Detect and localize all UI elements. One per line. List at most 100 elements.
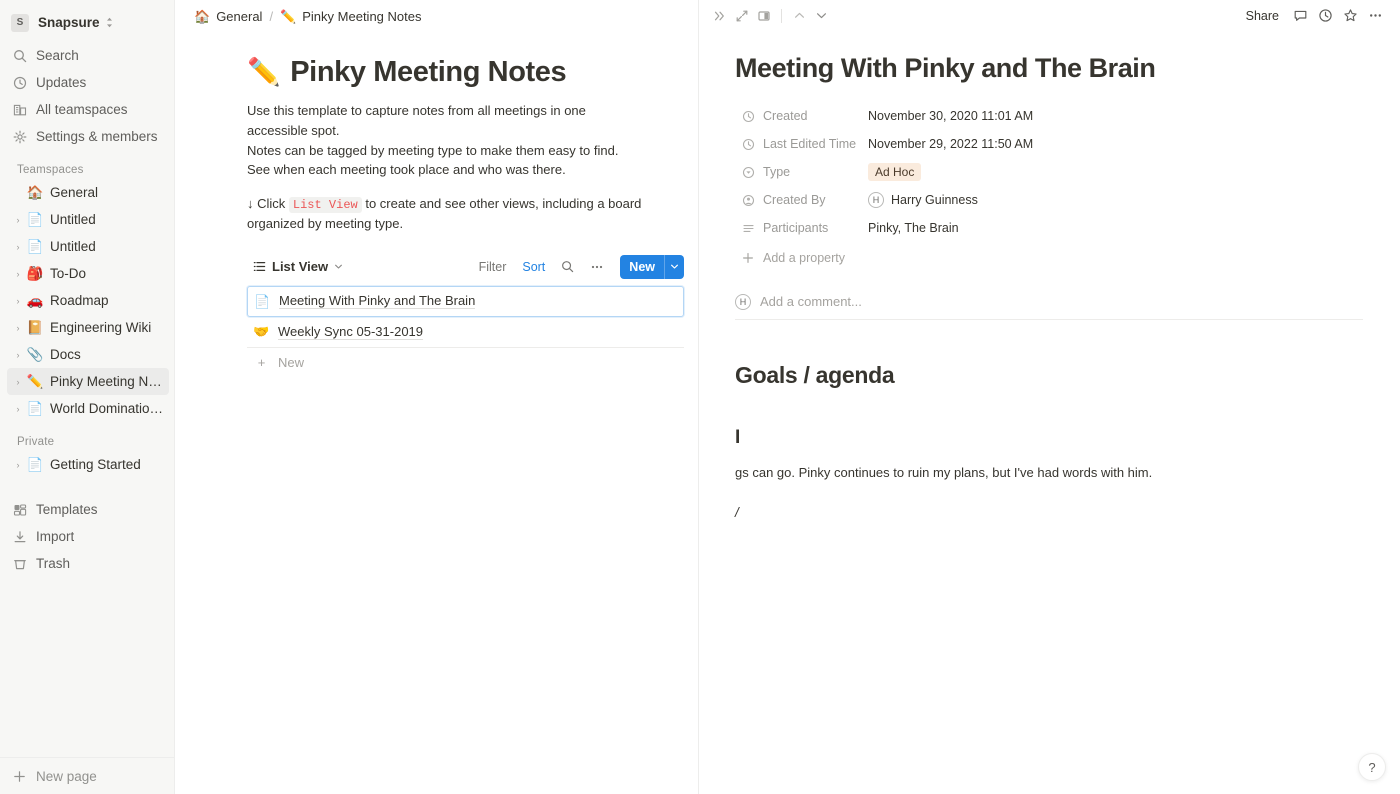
sort-button[interactable]: Sort xyxy=(516,256,551,278)
sidebar-item-untitled-2[interactable]: › 📄 Untitled xyxy=(7,233,169,260)
collapse-peek-icon[interactable] xyxy=(709,5,731,27)
property-value[interactable]: H Harry Guinness xyxy=(862,189,984,211)
body-paragraph[interactable]: gs can go. Pinky continues to ruin my pl… xyxy=(735,463,1400,483)
sidebar-item-engineering-wiki[interactable]: › 📔 Engineering Wiki xyxy=(7,314,169,341)
sidebar-item-label: Getting Started xyxy=(50,457,141,472)
sidebar-item-updates[interactable]: Updates xyxy=(7,69,169,96)
chevron-right-icon[interactable]: › xyxy=(11,269,25,279)
sidebar-item-to-do[interactable]: › 🎒 To-Do xyxy=(7,260,169,287)
table-row[interactable]: 🤝 Weekly Sync 05-31-2019 xyxy=(247,317,684,348)
property-row-last-edited-time: Last Edited Time November 29, 2022 11:50… xyxy=(735,130,1295,158)
next-page-chevron-down-icon[interactable] xyxy=(810,5,832,27)
hint-prefix: ↓ Click xyxy=(247,196,286,211)
pencil-emoji-icon: ✏️ xyxy=(26,373,44,389)
view-tab-list-view[interactable]: List View xyxy=(247,256,349,277)
sidebar-item-label: Engineering Wiki xyxy=(50,320,152,335)
add-new-row-label: New xyxy=(278,355,305,371)
workspace-switcher[interactable]: S Snapsure xyxy=(7,7,169,38)
share-button[interactable]: Share xyxy=(1239,5,1286,27)
filter-button[interactable]: Filter xyxy=(473,256,513,278)
page-emoji-icon: 📄 xyxy=(26,238,44,254)
slash-command-input[interactable]: / xyxy=(735,505,1400,520)
property-row-created-by: Created By H Harry Guinness xyxy=(735,186,1295,214)
chevron-right-icon[interactable]: › xyxy=(11,296,25,306)
sidebar-item-roadmap[interactable]: › 🚗 Roadmap xyxy=(7,287,169,314)
sidebar-item-world-domination-schedule[interactable]: › 📄 World Domination Sche… xyxy=(7,395,169,422)
table-row[interactable]: 📄 Meeting With Pinky and The Brain xyxy=(247,285,684,317)
hint-paragraph[interactable]: ↓ Click List View to create and see othe… xyxy=(247,194,642,234)
property-value[interactable]: Pinky, The Brain xyxy=(862,217,965,239)
clock-icon xyxy=(740,138,756,151)
chevron-right-icon[interactable]: › xyxy=(11,242,25,252)
sidebar-item-import[interactable]: Import xyxy=(7,523,169,550)
sidebar-item-label: All teamspaces xyxy=(36,102,128,117)
sidebar-item-search[interactable]: Search xyxy=(7,42,169,69)
property-value[interactable]: November 30, 2020 11:01 AM xyxy=(862,105,1039,127)
add-comment-row[interactable]: H Add a comment... xyxy=(735,286,1363,320)
sidebar-item-docs[interactable]: › 📎 Docs xyxy=(7,341,169,368)
history-clock-icon[interactable] xyxy=(1314,5,1336,27)
add-new-row-button[interactable]: + New xyxy=(247,348,684,378)
view-tab-label: List View xyxy=(272,259,329,275)
more-options-icon[interactable] xyxy=(1364,5,1386,27)
sidebar-item-pinky-meeting-notes[interactable]: › ✏️ Pinky Meeting Notes xyxy=(7,368,169,395)
sidebar-item-trash[interactable]: Trash xyxy=(7,550,169,577)
side-peek-layout-icon[interactable] xyxy=(753,5,775,27)
new-record-caret-icon[interactable] xyxy=(664,254,684,279)
inline-code-list-view: List View xyxy=(288,197,362,213)
property-name[interactable]: Last Edited Time xyxy=(735,135,862,153)
user-chip: H Harry Guinness xyxy=(868,192,978,208)
breadcrumb-item-general[interactable]: 🏠 General xyxy=(189,7,267,26)
chevron-right-icon[interactable]: › xyxy=(11,377,25,387)
add-property-button[interactable]: Add a property xyxy=(735,244,895,272)
sidebar-item-all-teamspaces[interactable]: All teamspaces xyxy=(7,96,169,123)
sidebar-item-label: To-Do xyxy=(50,266,87,281)
chevron-right-icon[interactable]: › xyxy=(11,350,25,360)
comment-icon[interactable] xyxy=(1289,5,1311,27)
sidebar-item-label: World Domination Sche… xyxy=(50,401,165,416)
new-record-button[interactable]: New xyxy=(620,254,684,279)
property-value[interactable]: November 29, 2022 11:50 AM xyxy=(862,133,1039,155)
favorite-star-icon[interactable] xyxy=(1339,5,1361,27)
plus-icon xyxy=(11,770,27,783)
search-button[interactable] xyxy=(555,256,580,277)
heading-partially-hidden[interactable]: I xyxy=(735,427,1400,449)
avatar: H xyxy=(868,192,884,208)
right-pane-body: Meeting With Pinky and The Brain Created… xyxy=(699,31,1400,520)
sidebar-item-getting-started[interactable]: › 📄 Getting Started xyxy=(7,451,169,478)
new-page-label: New page xyxy=(36,768,97,784)
app-root: S Snapsure Search Updates All teamspaces xyxy=(0,0,1400,794)
chevron-right-icon[interactable]: › xyxy=(11,460,25,470)
page-title[interactable]: ✏️ Pinky Meeting Notes xyxy=(247,56,698,89)
breadcrumb-item-pinky-meeting-notes[interactable]: ✏️ Pinky Meeting Notes xyxy=(275,7,426,26)
more-options-button[interactable] xyxy=(584,256,610,278)
help-button[interactable]: ? xyxy=(1358,753,1386,781)
intro-paragraph[interactable]: Use this template to capture notes from … xyxy=(247,101,642,180)
chevron-down-icon xyxy=(334,262,343,271)
heading-goals-agenda[interactable]: Goals / agenda xyxy=(735,362,1400,389)
chevron-right-icon[interactable]: › xyxy=(11,323,25,333)
chevron-right-icon[interactable]: › xyxy=(11,404,25,414)
property-name[interactable]: Created By xyxy=(735,191,862,209)
sidebar-item-untitled-1[interactable]: › 📄 Untitled xyxy=(7,206,169,233)
property-value[interactable]: Ad Hoc xyxy=(862,160,927,184)
property-name[interactable]: Created xyxy=(735,107,862,125)
record-title[interactable]: Meeting With Pinky and The Brain xyxy=(735,53,1400,84)
previous-page-chevron-up-icon[interactable] xyxy=(788,5,810,27)
page-emoji-icon: 📄 xyxy=(26,400,44,416)
select-icon xyxy=(740,166,756,179)
chevron-right-icon[interactable]: › xyxy=(11,215,25,225)
sidebar-item-general[interactable]: 🏠 General xyxy=(7,179,169,206)
new-page-button[interactable]: New page xyxy=(0,757,174,794)
expand-fullscreen-icon[interactable] xyxy=(731,5,753,27)
property-name[interactable]: Type xyxy=(735,163,862,181)
sidebar-item-templates[interactable]: Templates xyxy=(7,496,169,523)
property-row-type: Type Ad Hoc xyxy=(735,158,1295,186)
pencil-emoji-icon[interactable]: ✏️ xyxy=(247,59,281,86)
sidebar-item-settings-members[interactable]: Settings & members xyxy=(7,123,169,150)
backpack-emoji-icon: 🎒 xyxy=(26,265,44,281)
property-name[interactable]: Participants xyxy=(735,219,862,237)
comment-placeholder: Add a comment... xyxy=(760,294,862,309)
breadcrumb: 🏠 General / ✏️ Pinky Meeting Notes xyxy=(175,0,698,32)
